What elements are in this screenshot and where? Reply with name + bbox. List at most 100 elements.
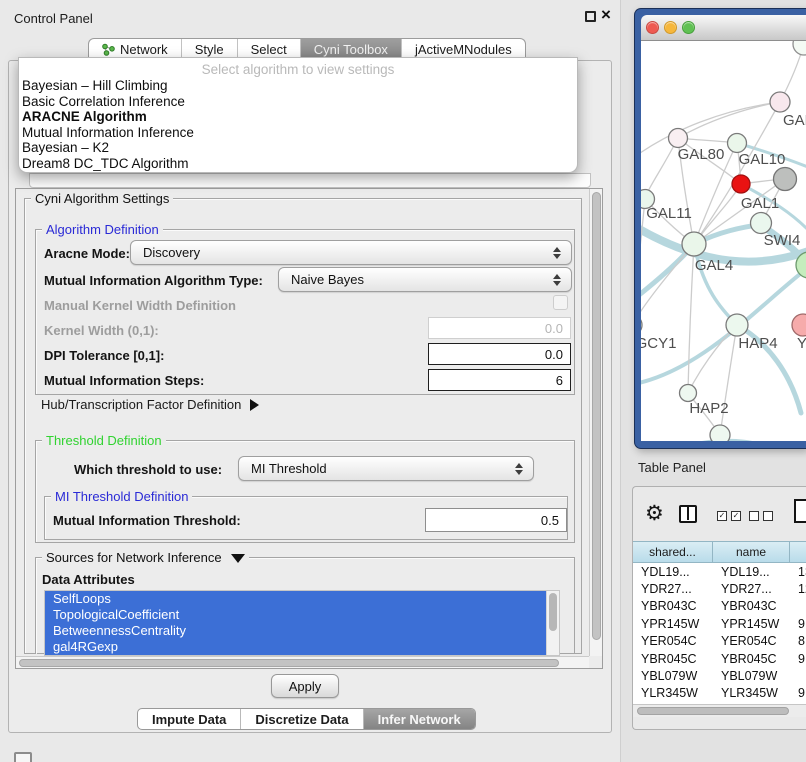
network-node-gal4[interactable] xyxy=(682,232,706,256)
manual-kernel-width-checkbox[interactable] xyxy=(553,295,568,310)
table-cell: YLR345W xyxy=(713,686,790,700)
right-panel: GALGAL80GAL10GAL1GAL11SWI4GAL4GCY1HAP4YH… xyxy=(620,0,806,762)
dpi-tolerance-input[interactable]: 0.0 xyxy=(428,343,571,365)
close-traffic-light-icon[interactable] xyxy=(646,21,659,34)
horizontal-scrollbar-thumb[interactable] xyxy=(19,659,559,667)
algorithm-definition-group: Algorithm Definition Aracne Mode: Discov… xyxy=(35,229,575,395)
table-row[interactable]: YBR045CYBR045C9. xyxy=(633,650,806,667)
node-label-hap4: HAP4 xyxy=(738,335,777,352)
column-header-clipped[interactable] xyxy=(790,541,806,563)
zoom-traffic-light-icon[interactable] xyxy=(682,21,695,34)
network-window-titlebar[interactable] xyxy=(641,15,806,41)
network-node-y[interactable] xyxy=(792,314,806,336)
source-item-gal4rgexp[interactable]: gal4RGexp xyxy=(45,639,559,655)
data-attributes-list[interactable]: SelfLoopsTopologicalCoefficientBetweenne… xyxy=(44,590,560,656)
mi-steps-value: 6 xyxy=(556,373,563,388)
network-view-window[interactable]: GALGAL80GAL10GAL1GAL11SWI4GAL4GCY1HAP4YH… xyxy=(634,8,806,449)
tab-label: Style xyxy=(195,42,224,57)
network-node-gal1[interactable] xyxy=(732,175,750,193)
sources-title[interactable]: Sources for Network Inference xyxy=(42,550,249,565)
network-node-hap2[interactable] xyxy=(680,385,697,402)
kernel-width-input[interactable]: 0.0 xyxy=(428,317,571,339)
hub-definition-expander[interactable]: Hub/Transcription Factor Definition xyxy=(41,397,259,412)
table-row[interactable]: YDR27...YDR27...12 xyxy=(633,580,806,597)
node-label-gal4: GAL4 xyxy=(695,257,733,274)
minimize-traffic-light-icon[interactable] xyxy=(664,21,677,34)
table-cell: YPR145W xyxy=(633,617,713,631)
mi-steps-input[interactable]: 6 xyxy=(428,369,571,391)
table-row[interactable]: YER054CYER054C8. xyxy=(633,633,806,650)
table-cell: YBR043C xyxy=(633,599,713,613)
network-table-combo[interactable] xyxy=(29,173,591,188)
network-canvas[interactable]: GALGAL80GAL10GAL1GAL11SWI4GAL4GCY1HAP4YH… xyxy=(641,41,806,441)
table-row[interactable]: YDL19...YDL19...13 xyxy=(633,563,806,580)
network-node-swi4[interactable] xyxy=(751,213,772,234)
table-row[interactable]: YPR145WYPR145W9. xyxy=(633,615,806,632)
horizontal-scrollbar[interactable] xyxy=(16,656,589,669)
algorithm-option-bayesian-hill-climbing[interactable]: Bayesian – Hill Climbing xyxy=(19,78,577,94)
vertical-scrollbar-thumb[interactable] xyxy=(592,192,601,640)
table-cell: YER054C xyxy=(633,634,713,648)
network-node[interactable] xyxy=(793,41,806,55)
aracne-mode-select[interactable]: Discovery xyxy=(130,240,572,265)
network-node-gal80[interactable] xyxy=(669,129,688,148)
split-column-icon[interactable] xyxy=(679,505,697,523)
dropdown-placeholder: Select algorithm to view settings xyxy=(19,61,577,78)
table-horizontal-scrollbar[interactable] xyxy=(633,704,806,717)
select-all-icon[interactable]: ✓ ✓ xyxy=(717,511,741,521)
document-icon[interactable] xyxy=(794,499,806,523)
algorithm-option-aracne-algorithm[interactable]: ARACNE Algorithm xyxy=(19,109,577,125)
mi-algo-type-select[interactable]: Naive Bayes xyxy=(278,267,572,292)
source-item-betweennesscentrality[interactable]: BetweennessCentrality xyxy=(45,623,559,639)
source-item-selfloops[interactable]: SelfLoops xyxy=(45,591,559,607)
manual-kernel-width-label: Manual Kernel Width Definition xyxy=(44,298,236,313)
table-row[interactable]: YLR345WYLR345W9. xyxy=(633,685,806,702)
node-label-gal80: GAL80 xyxy=(678,146,725,163)
table-cell: YLR345W xyxy=(633,686,713,700)
list-vertical-scrollbar[interactable] xyxy=(546,591,559,655)
table-row[interactable]: YBL079WYBL079W xyxy=(633,667,806,684)
network-graph[interactable]: GALGAL80GAL10GAL1GAL11SWI4GAL4GCY1HAP4YH… xyxy=(641,41,806,441)
mi-steps-label: Mutual Information Steps: xyxy=(44,373,204,388)
close-icon[interactable]: × xyxy=(601,5,611,25)
table-scrollbar-thumb[interactable] xyxy=(637,707,789,715)
list-scrollbar-thumb[interactable] xyxy=(549,593,557,631)
apply-button[interactable]: Apply xyxy=(271,674,339,698)
unchecked-checkbox-icon xyxy=(749,511,759,521)
network-node-gal10[interactable] xyxy=(728,134,747,153)
network-node[interactable] xyxy=(774,168,797,191)
algorithm-option-bayesian-k2[interactable]: Bayesian – K2 xyxy=(19,140,577,156)
threshold-definition-title: Threshold Definition xyxy=(42,433,166,448)
which-threshold-select[interactable]: MI Threshold xyxy=(238,456,534,481)
table-cell: YDL19... xyxy=(713,565,790,579)
node-label-gal: GAL xyxy=(783,112,806,129)
dock-panel-icon[interactable] xyxy=(14,752,32,762)
algorithm-option-basic-correlation-inference[interactable]: Basic Correlation Inference xyxy=(19,94,577,110)
mi-threshold-input[interactable]: 0.5 xyxy=(425,508,567,532)
algorithm-option-mutual-information-inference[interactable]: Mutual Information Inference xyxy=(19,125,577,141)
vertical-scrollbar[interactable] xyxy=(589,189,603,656)
table-cell: YBR043C xyxy=(713,599,790,613)
bottom-tab-infer-network[interactable]: Infer Network xyxy=(364,709,475,729)
float-window-icon[interactable] xyxy=(585,11,596,22)
gear-icon[interactable]: ⚙ xyxy=(645,501,664,525)
source-item-topologicalcoefficient[interactable]: TopologicalCoefficient xyxy=(45,607,559,623)
table-cell: YBL079W xyxy=(633,669,713,683)
table-body: YDL19...YDL19...13YDR27...YDR27...12YBR0… xyxy=(633,563,806,704)
column-header-name[interactable]: name xyxy=(713,541,790,563)
deselect-all-icon[interactable] xyxy=(749,511,773,521)
table-row[interactable]: YBR043CYBR043C xyxy=(633,598,806,615)
table-cell: 9. xyxy=(790,686,806,700)
algorithm-option-dream8-dc-tdc-algorithm[interactable]: Dream8 DC_TDC Algorithm xyxy=(19,156,577,172)
bottom-tab-discretize-data[interactable]: Discretize Data xyxy=(241,709,363,729)
network-node-gcy1[interactable] xyxy=(641,315,642,335)
tab-label: Select xyxy=(251,42,287,57)
table-cell: YDR27... xyxy=(713,582,790,596)
network-node-hap4[interactable] xyxy=(726,314,748,336)
column-header-shared[interactable]: shared... xyxy=(633,541,713,563)
bottom-tab-impute-data[interactable]: Impute Data xyxy=(138,709,241,729)
network-node-gal[interactable] xyxy=(770,92,790,112)
network-node[interactable] xyxy=(710,425,730,441)
node-label-hap2: HAP2 xyxy=(689,400,728,417)
node-label-y: Y xyxy=(797,335,806,352)
